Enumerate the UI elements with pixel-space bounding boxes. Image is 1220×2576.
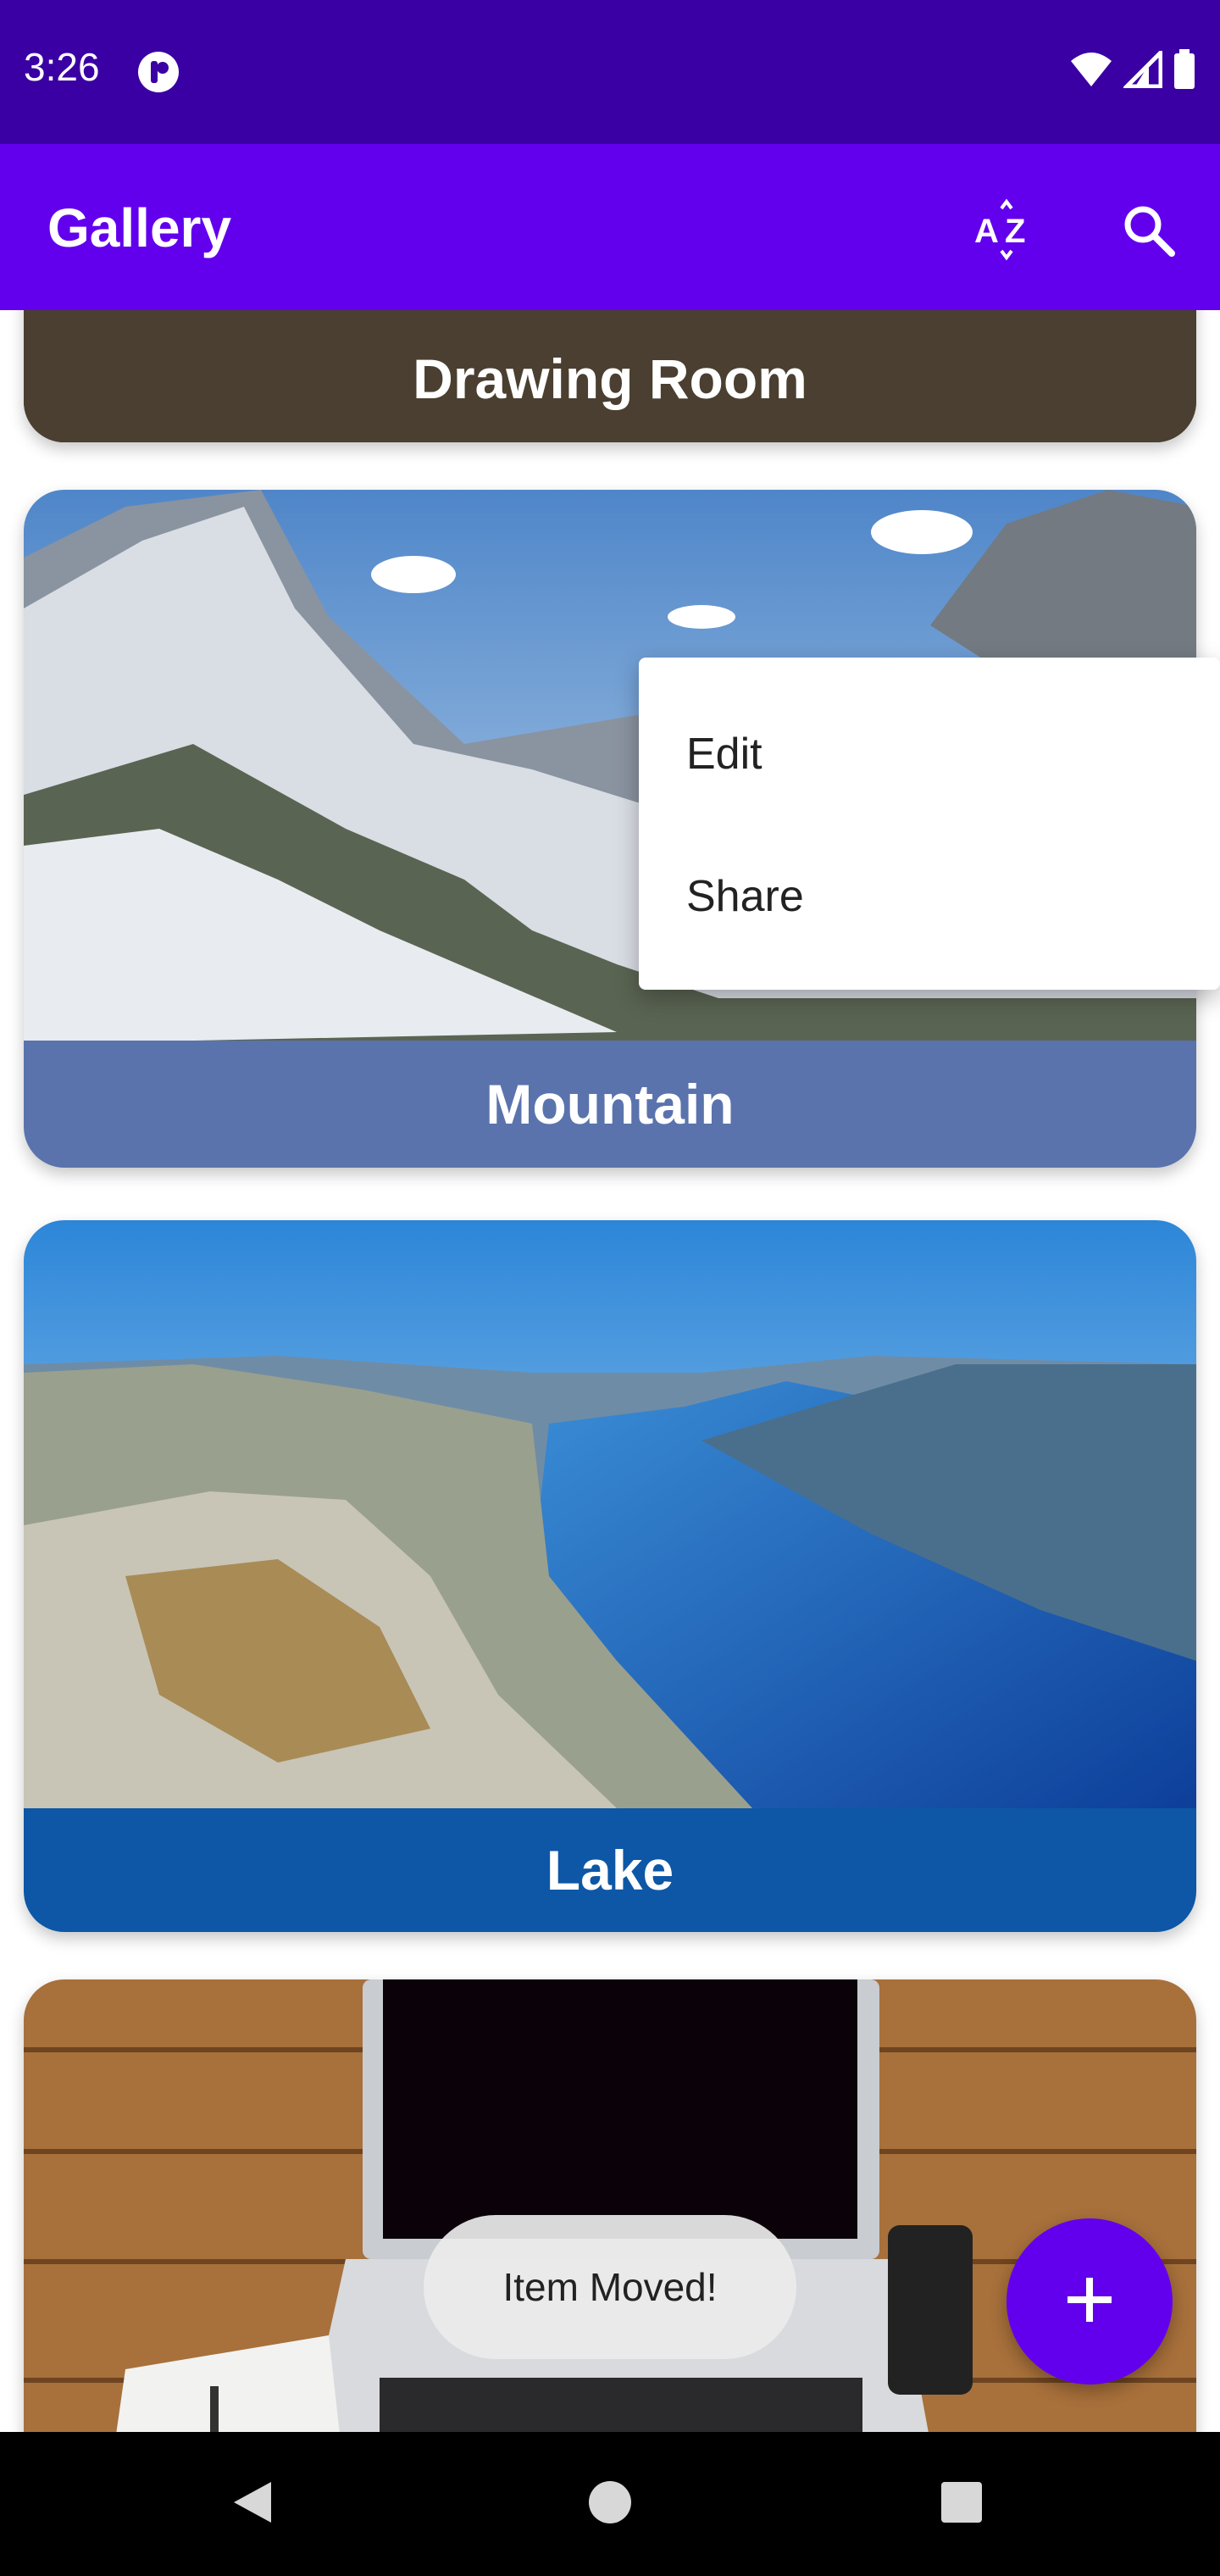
popup-menu: Edit Share bbox=[639, 658, 1220, 990]
search-button[interactable] bbox=[1108, 192, 1190, 273]
recents-icon bbox=[936, 2477, 987, 2532]
card-drawing-room[interactable]: Drawing Room bbox=[24, 310, 1196, 442]
status-bar: 3:26 bbox=[0, 0, 1220, 144]
nav-recents-button[interactable] bbox=[919, 2462, 1004, 2546]
card-desk[interactable] bbox=[24, 1979, 1196, 2432]
search-icon bbox=[1119, 201, 1178, 264]
toast-message: Item Moved! bbox=[502, 2265, 718, 2309]
card-caption: Mountain bbox=[24, 1041, 1196, 1168]
gallery-list[interactable]: Drawing Room Mountain Lake bbox=[0, 310, 1220, 2432]
nav-home-button[interactable] bbox=[568, 2462, 652, 2546]
sort-az-icon: A Z bbox=[973, 197, 1040, 269]
page-title: Gallery bbox=[47, 197, 232, 258]
toast: Item Moved! bbox=[424, 2215, 796, 2359]
card-caption: Drawing Room bbox=[24, 315, 1196, 442]
signal-icon bbox=[1121, 47, 1163, 92]
desk-image bbox=[24, 1979, 1196, 2432]
battery-icon bbox=[1173, 49, 1196, 94]
card-caption: Lake bbox=[24, 1808, 1196, 1932]
lake-image bbox=[24, 1220, 1196, 1808]
back-icon bbox=[229, 2477, 280, 2532]
wifi-icon bbox=[1069, 51, 1113, 92]
svg-text:A: A bbox=[974, 213, 999, 250]
menu-item-share[interactable]: Share bbox=[686, 871, 804, 922]
menu-item-edit[interactable]: Edit bbox=[686, 729, 762, 780]
nav-back-button[interactable] bbox=[212, 2462, 297, 2546]
plus-icon bbox=[1062, 2273, 1117, 2331]
sort-az-button[interactable]: A Z bbox=[966, 192, 1047, 273]
app-notification-icon bbox=[136, 49, 181, 95]
add-button[interactable] bbox=[1006, 2218, 1173, 2384]
status-icons bbox=[1069, 47, 1196, 94]
home-icon bbox=[585, 2477, 635, 2532]
status-time: 3:26 bbox=[24, 45, 100, 89]
svg-text:Z: Z bbox=[1005, 213, 1025, 250]
navigation-bar bbox=[0, 2432, 1220, 2576]
card-lake[interactable]: Lake bbox=[24, 1220, 1196, 1932]
